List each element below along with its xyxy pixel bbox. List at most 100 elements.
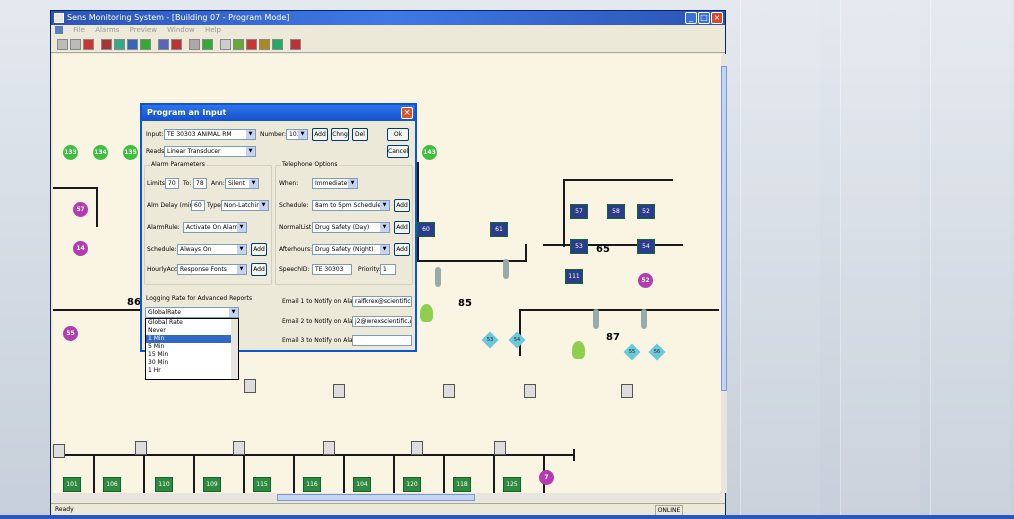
list-icon[interactable] xyxy=(202,39,213,50)
dropdown-option[interactable]: 15 Min xyxy=(146,351,238,359)
chart-icon[interactable] xyxy=(158,39,169,50)
tel-schedule-select[interactable]: 8am to 5pm Schedule ▼ xyxy=(312,200,390,211)
door-icon[interactable] xyxy=(53,444,65,458)
sensor-tile[interactable]: 61 xyxy=(490,222,508,237)
new-icon[interactable] xyxy=(57,39,68,50)
zoom-out-icon[interactable] xyxy=(233,39,244,50)
sensor-tile[interactable]: 115 xyxy=(253,477,271,492)
email3-field[interactable] xyxy=(352,335,412,346)
counter-icon[interactable] xyxy=(272,39,283,50)
sensor-tile[interactable]: 110 xyxy=(155,477,173,492)
alarm-schedule-select[interactable]: Always On ▼ xyxy=(177,244,247,255)
add-schedule-button[interactable]: Add xyxy=(251,243,267,256)
dropdown-option[interactable]: Global Rate xyxy=(146,319,238,327)
input-node[interactable]: 133 xyxy=(63,145,78,160)
door-icon[interactable] xyxy=(524,384,536,398)
priority-field[interactable]: 1 xyxy=(380,264,396,275)
thermometer-icon[interactable] xyxy=(435,267,441,287)
vertical-scrollbar[interactable] xyxy=(721,54,727,493)
ok-button[interactable]: Ok xyxy=(387,128,409,141)
sensor-tile[interactable]: 116 xyxy=(303,477,321,492)
menu-alarms[interactable]: Alarms xyxy=(95,26,119,34)
door-icon[interactable] xyxy=(494,441,506,455)
annunciation-select[interactable]: Silent ▼ xyxy=(225,178,259,189)
when-select[interactable]: Immediately ▼ xyxy=(312,178,358,189)
sensor-icon[interactable] xyxy=(127,39,138,50)
email2-field[interactable]: j2@wrexscientific.com xyxy=(352,316,412,327)
sensor-tile[interactable]: 109 xyxy=(203,477,221,492)
light-icon[interactable] xyxy=(572,341,585,359)
save-icon[interactable] xyxy=(83,39,94,50)
menu-preview[interactable]: Preview xyxy=(130,26,157,34)
dropdown-option-selected[interactable]: 1 Min xyxy=(146,335,238,343)
speech-id-field[interactable]: TE 30303 xyxy=(312,264,352,275)
status-diamond[interactable]: 54 xyxy=(508,331,526,349)
close-icon[interactable]: × xyxy=(711,12,723,24)
delete-button[interactable]: Del xyxy=(352,128,368,141)
menu-file[interactable]: File xyxy=(73,26,85,34)
status-diamond[interactable]: 55 xyxy=(623,343,641,361)
add-tel-schedule-button[interactable]: Add xyxy=(394,199,410,212)
alarm-delay-field[interactable]: 60 xyxy=(191,200,205,211)
door-icon[interactable] xyxy=(323,441,335,455)
number-select[interactable]: 101 ▼ xyxy=(286,129,308,140)
door-icon[interactable] xyxy=(443,384,455,398)
add-normal-list-button[interactable]: Add xyxy=(394,221,410,234)
menu-help[interactable]: Help xyxy=(205,26,221,34)
print-icon[interactable] xyxy=(101,39,112,50)
status-diamond[interactable]: 53 xyxy=(481,331,499,349)
alarm-node[interactable]: 57 xyxy=(73,202,88,217)
alarm-node[interactable]: 7 xyxy=(539,470,554,485)
normal-list-select[interactable]: Drug Safety (Day) ▼ xyxy=(312,222,390,233)
grid-icon[interactable] xyxy=(189,39,200,50)
open-icon[interactable] xyxy=(70,39,81,50)
hourlyacc-select[interactable]: Response Fonts ▼ xyxy=(177,264,247,275)
zoom-in-icon[interactable] xyxy=(220,39,231,50)
dropdown-option[interactable]: 30 Min xyxy=(146,359,238,367)
next-icon[interactable] xyxy=(259,39,270,50)
door-icon[interactable] xyxy=(411,441,423,455)
alert-icon[interactable] xyxy=(290,39,301,50)
reads-select[interactable]: Linear Transducer ▼ xyxy=(164,146,256,157)
input-node[interactable]: 134 xyxy=(93,145,108,160)
sensor-tile[interactable]: 101 xyxy=(63,477,81,492)
logging-rate-select[interactable]: GlobalRate ▼ xyxy=(145,307,239,318)
change-button[interactable]: Chng xyxy=(331,128,349,141)
add-button[interactable]: Add xyxy=(312,128,328,141)
dropdown-option[interactable]: Never xyxy=(146,327,238,335)
sensor-tile[interactable]: 58 xyxy=(607,204,625,219)
sensor-tile[interactable]: 53 xyxy=(570,239,588,254)
sensor-tile[interactable]: 54 xyxy=(637,239,655,254)
previous-icon[interactable] xyxy=(246,39,257,50)
alarm-node[interactable]: 52 xyxy=(638,273,653,288)
sensor-tile[interactable]: 60 xyxy=(417,222,435,237)
dropdown-option[interactable]: 5 Min xyxy=(146,343,238,351)
light-icon[interactable] xyxy=(420,304,433,322)
thermometer-icon[interactable] xyxy=(593,309,599,329)
add-hourlyacc-button[interactable]: Add xyxy=(251,263,267,276)
report-icon[interactable] xyxy=(140,39,151,50)
door-icon[interactable] xyxy=(244,379,256,393)
horizontal-scroll-thumb[interactable] xyxy=(277,494,475,501)
sensor-tile[interactable]: 120 xyxy=(403,477,421,492)
door-icon[interactable] xyxy=(621,384,633,398)
thermometer-icon[interactable] xyxy=(503,259,509,279)
input-node[interactable]: 135 xyxy=(123,145,138,160)
menu-window[interactable]: Window xyxy=(167,26,195,34)
alarmrule-select[interactable]: Activate On Alarm ▼ xyxy=(183,222,247,233)
afterhours-select[interactable]: Drug Safety (Night) ▼ xyxy=(312,244,390,255)
logging-rate-dropdown[interactable]: Global Rate Never 1 Min 5 Min 15 Min 30 … xyxy=(145,318,239,380)
sensor-tile[interactable]: 57 xyxy=(570,204,588,219)
door-icon[interactable] xyxy=(333,384,345,398)
add-afterhours-button[interactable]: Add xyxy=(394,243,410,256)
email1-field[interactable]: ralfkrex@scientific.com xyxy=(352,296,412,307)
status-diamond[interactable]: 56 xyxy=(648,343,666,361)
sensor-tile[interactable]: 118 xyxy=(453,477,471,492)
horizontal-scrollbar[interactable] xyxy=(53,493,721,502)
high-limit-field[interactable]: 78 xyxy=(193,178,207,189)
cancel-button[interactable]: Cancel xyxy=(387,145,409,158)
latching-select[interactable]: Non-Latching ▼ xyxy=(221,200,269,211)
dialog-close-icon[interactable]: × xyxy=(401,107,413,119)
sensor-tile[interactable]: 104 xyxy=(353,477,371,492)
thermometer-icon[interactable] xyxy=(641,309,647,329)
